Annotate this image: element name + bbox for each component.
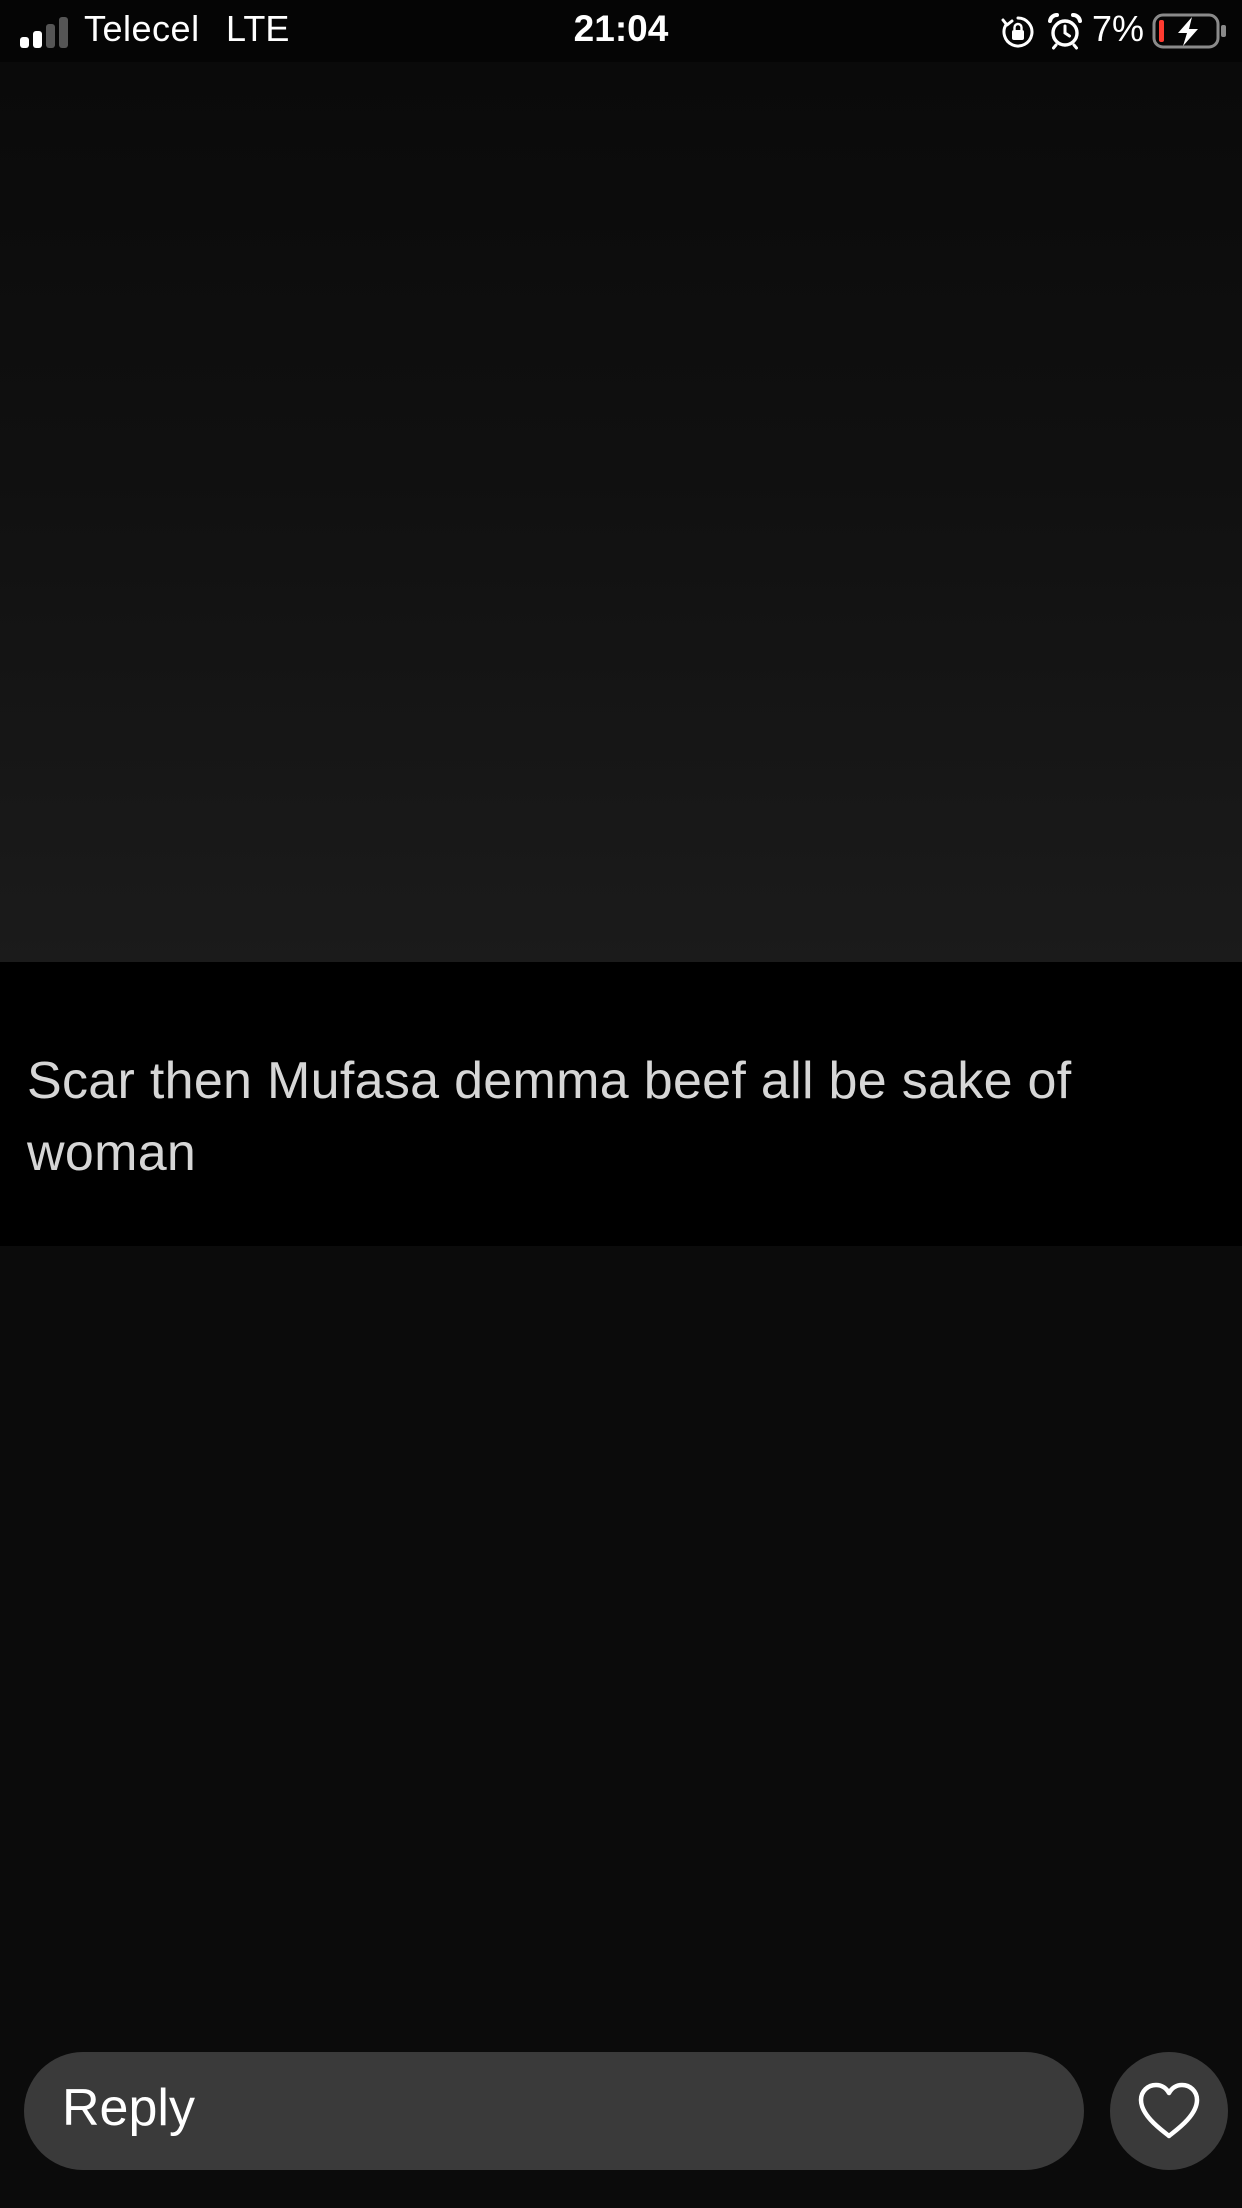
reply-placeholder: Reply [62, 2079, 195, 2137]
status-bar: Telecel LTE 21:04 7% [0, 0, 1242, 62]
reply-input[interactable]: Reply [24, 2052, 1084, 2170]
orientation-lock-icon [1001, 16, 1034, 48]
heart-icon [1138, 2082, 1200, 2139]
like-button[interactable] [1110, 2052, 1228, 2170]
story-media-top [0, 62, 1242, 962]
story-comment-text: Scar then Mufasa demma beef all be sake … [27, 1052, 1072, 1182]
battery-percentage: 7% [1092, 8, 1145, 49]
battery-charging-icon [1152, 13, 1226, 49]
alarm-icon [1048, 12, 1082, 50]
